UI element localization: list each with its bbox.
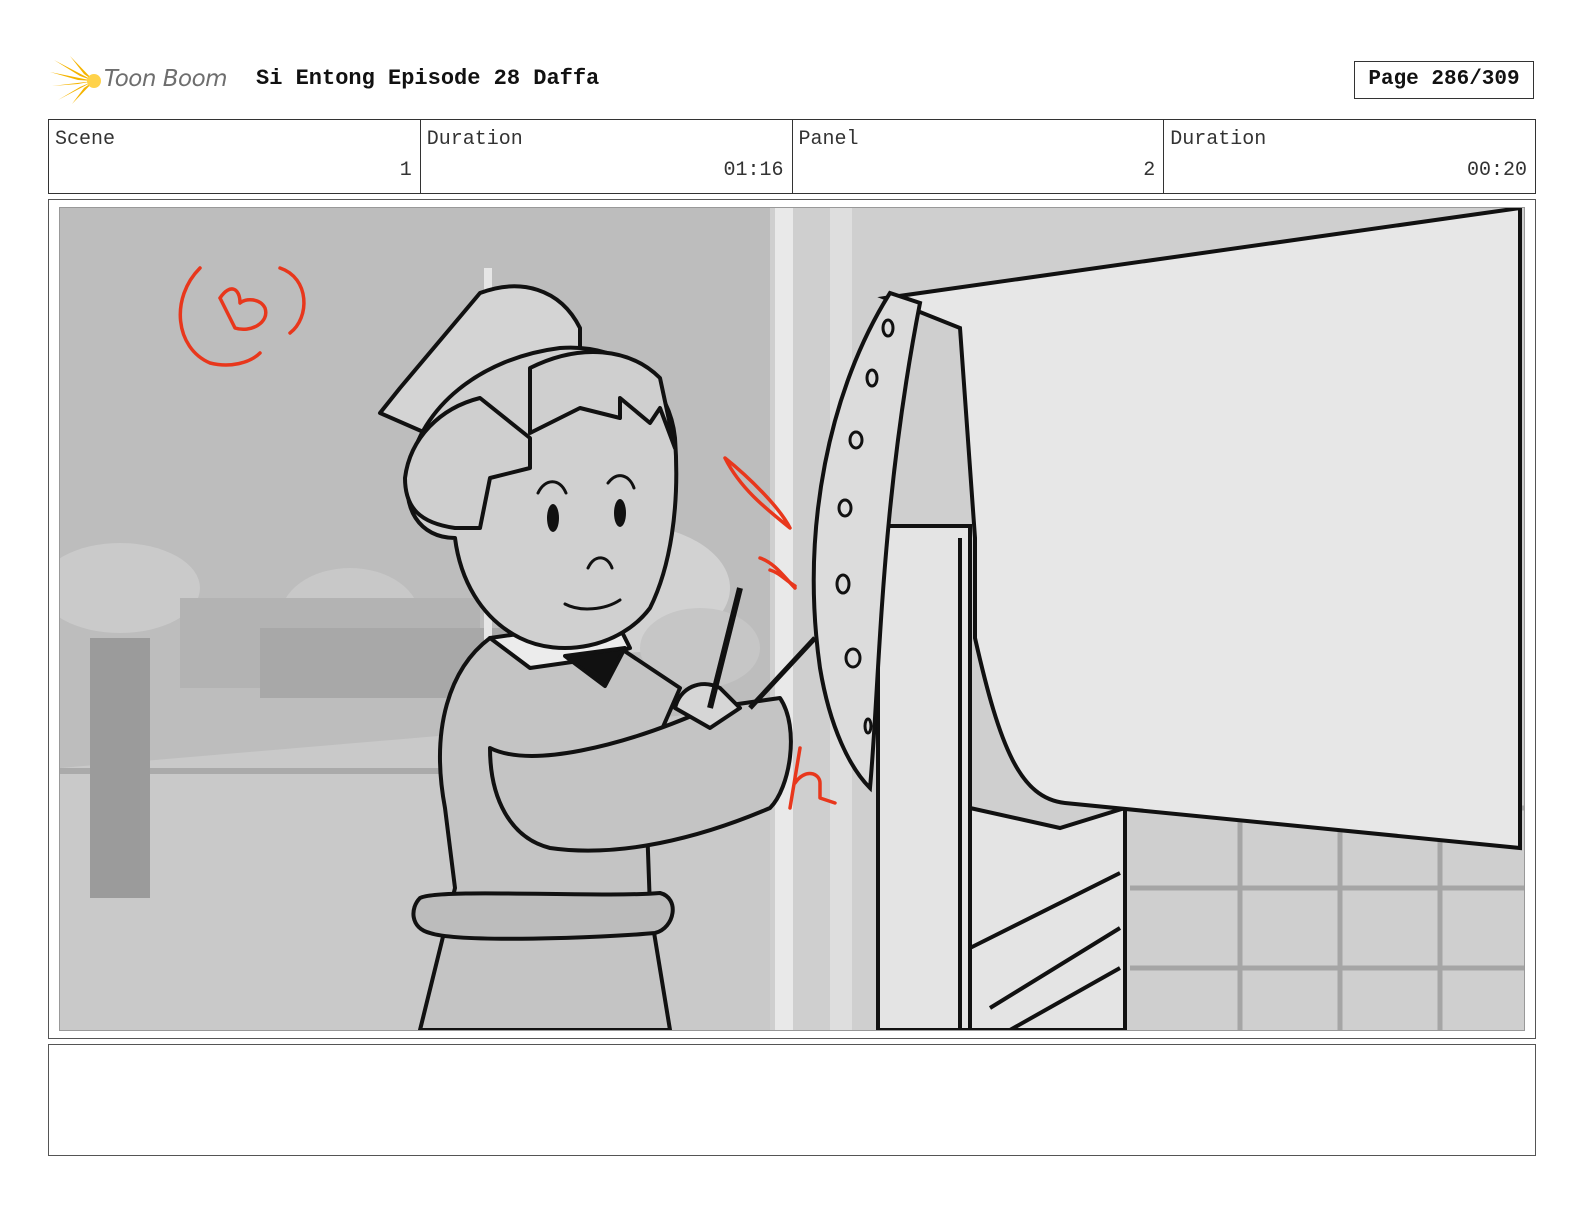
sketch-illustration (60, 208, 1524, 1030)
panel-duration-cell: Duration 00:20 (1164, 120, 1535, 193)
scene-cell: Scene 1 (49, 120, 421, 193)
panel-value: 2 (1143, 159, 1156, 182)
page-indicator: Page 286/309 (1354, 61, 1534, 99)
panel-cell: Panel 2 (793, 120, 1165, 193)
storyboard-drawing (59, 207, 1525, 1031)
panel-notes (48, 1044, 1536, 1156)
scene-value: 1 (399, 159, 412, 182)
scene-duration-label: Duration (426, 128, 523, 151)
scene-label: Scene (55, 128, 116, 151)
brand-name: Toon Boom (104, 66, 228, 92)
panel-frame (48, 199, 1536, 1039)
scene-duration-cell: Duration 01:16 (421, 120, 793, 193)
starburst-icon (50, 56, 101, 104)
info-row: Scene 1 Duration 01:16 Panel 2 Duration … (48, 119, 1536, 194)
panel-duration-label: Duration (1170, 128, 1267, 151)
toon-boom-logo: Toon Boom (50, 56, 240, 106)
scene-duration-value: 01:16 (723, 159, 784, 182)
panel-duration-value: 00:20 (1466, 159, 1527, 182)
project-title: Si Entong Episode 28 Daffa (256, 66, 600, 91)
panel-label: Panel (798, 128, 859, 151)
